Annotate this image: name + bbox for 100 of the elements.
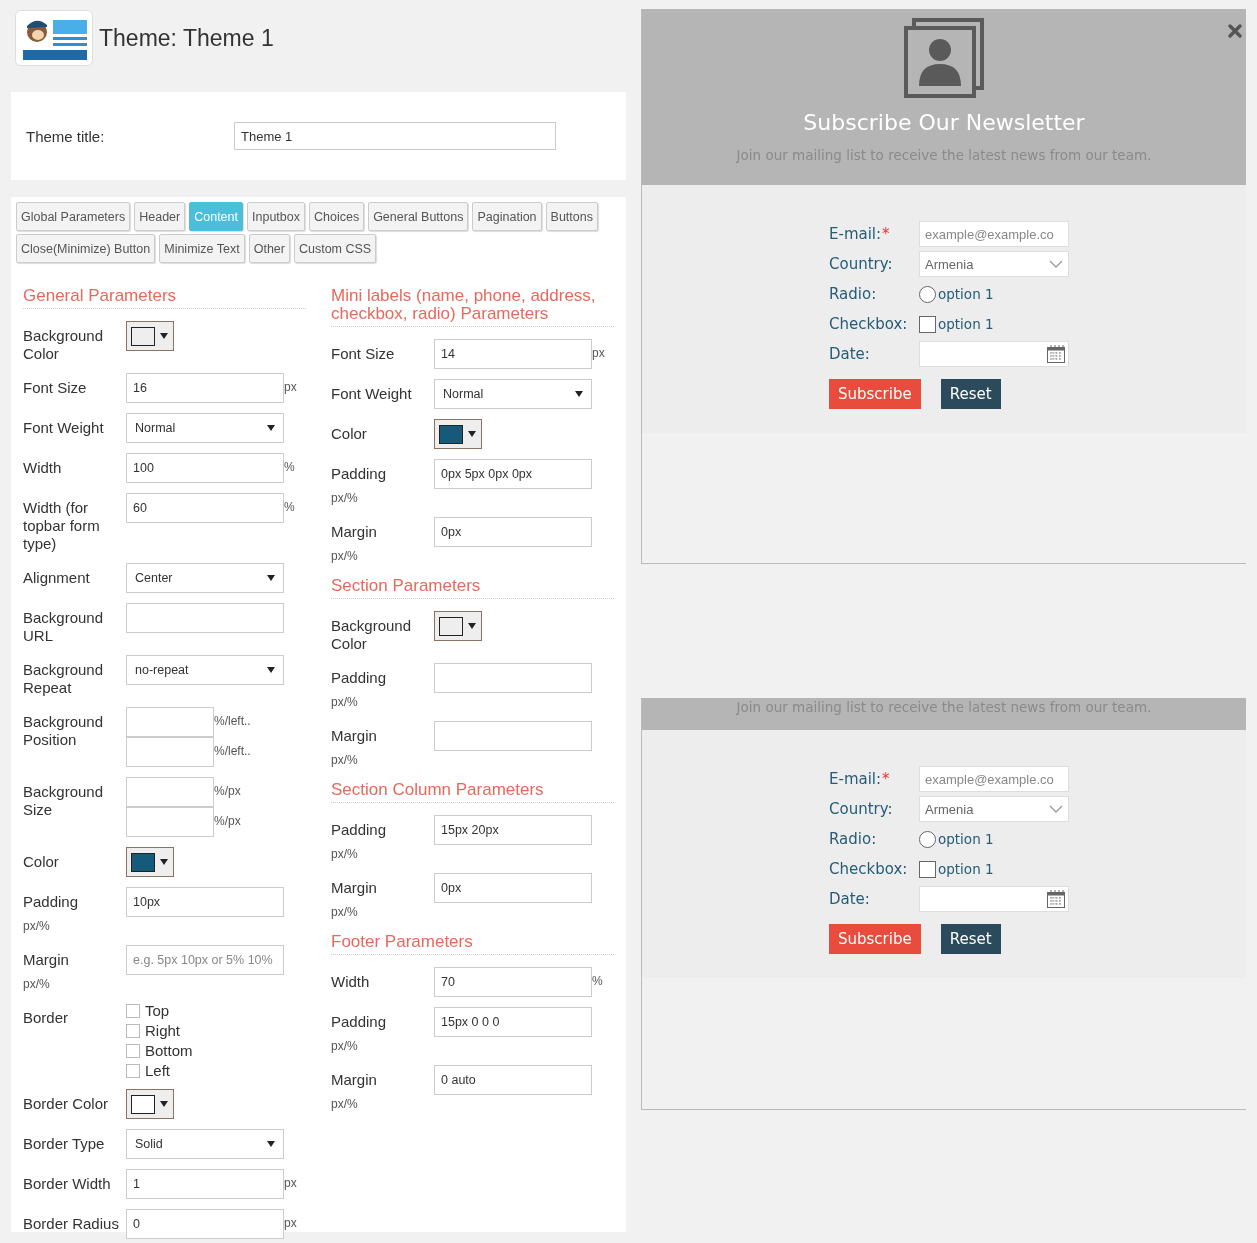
field-label: Background Position: [23, 713, 105, 749]
checkbox[interactable]: [126, 1064, 140, 1078]
unit-label: %/px: [214, 783, 241, 800]
unit-label: px: [284, 1175, 297, 1190]
dropdown[interactable]: Center: [126, 563, 284, 593]
unit-hint: px/%: [331, 548, 359, 565]
unit-label: px: [284, 379, 297, 394]
checkbox-label: Bottom: [145, 1043, 193, 1059]
tab[interactable]: Choices: [308, 202, 365, 231]
radio-button[interactable]: [919, 285, 936, 303]
option-label: option 1: [938, 316, 994, 332]
field-label: Background URL: [23, 609, 105, 645]
form-label: Country:: [829, 255, 893, 273]
text-field[interactable]: 100: [126, 453, 284, 483]
required-mark: *: [882, 770, 890, 788]
reset-button[interactable]: Reset: [940, 924, 1001, 954]
text-field[interactable]: 0 auto: [434, 1065, 592, 1095]
field-label: Theme title:: [26, 127, 106, 145]
text-field[interactable]: [434, 663, 592, 693]
theme-title-field[interactable]: Theme 1: [234, 122, 556, 150]
text-field[interactable]: 0px 5px 0px 0px: [434, 459, 592, 489]
text-field[interactable]: 1: [126, 1169, 284, 1199]
text-field[interactable]: 70: [434, 967, 592, 997]
color-picker[interactable]: [126, 1089, 174, 1119]
date-field[interactable]: [919, 341, 1069, 367]
date-field[interactable]: [919, 886, 1069, 912]
caret-icon: [267, 666, 275, 674]
required-mark: *: [882, 225, 890, 243]
tab[interactable]: Header: [134, 202, 186, 231]
radio-button[interactable]: [919, 830, 936, 848]
color-picker[interactable]: [126, 847, 174, 877]
country-dropdown[interactable]: Armenia: [919, 251, 1069, 277]
tab[interactable]: Close(Minimize) Button: [16, 234, 156, 263]
text-field[interactable]: 60: [126, 493, 284, 523]
text-field[interactable]: 15px 0 0 0: [434, 1007, 592, 1037]
tab[interactable]: Pagination: [472, 202, 542, 231]
checkbox[interactable]: [126, 1044, 140, 1058]
unit-label: %/px: [214, 813, 241, 830]
checkbox[interactable]: [919, 315, 936, 333]
logo-icon: [15, 10, 93, 66]
unit-label: %: [284, 459, 295, 474]
text-field[interactable]: [126, 737, 214, 767]
field-label: Font Size: [331, 345, 396, 363]
tab[interactable]: Inputbox: [247, 202, 305, 231]
text-field[interactable]: [126, 807, 214, 837]
text-field[interactable]: [126, 707, 214, 737]
field-label: Margin: [331, 879, 378, 897]
reset-button[interactable]: Reset: [940, 379, 1001, 409]
calendar-icon: [1046, 889, 1066, 909]
text-field[interactable]: e.g. 5px 10px or 5% 10%: [126, 945, 284, 975]
subscribe-button[interactable]: Subscribe: [829, 379, 921, 409]
dropdown[interactable]: no-repeat: [126, 655, 284, 685]
field-label: Padding: [331, 669, 388, 687]
field-label: Background Size: [23, 783, 105, 819]
field-label: Color: [23, 853, 60, 871]
calendar-icon: [1046, 344, 1066, 364]
color-picker[interactable]: [126, 321, 174, 351]
checkbox[interactable]: [919, 860, 936, 878]
field-label: Margin: [331, 727, 378, 745]
tab[interactable]: General Buttons: [368, 202, 469, 231]
chevron-down-icon: [1049, 805, 1063, 813]
tab[interactable]: Minimize Text: [159, 234, 245, 263]
dropdown[interactable]: Normal: [434, 379, 592, 409]
color-picker[interactable]: [434, 419, 482, 449]
unit-label: %/left..: [214, 713, 251, 730]
section-title: Footer Parameters: [331, 933, 614, 955]
form-label: E-mail:: [829, 225, 882, 243]
text-field[interactable]: 14: [434, 339, 592, 369]
tab[interactable]: Buttons: [545, 202, 598, 231]
subscribe-button[interactable]: Subscribe: [829, 924, 921, 954]
caret-icon: [468, 430, 476, 438]
checkbox[interactable]: [126, 1024, 140, 1038]
section-title: Section Parameters: [331, 577, 614, 599]
email-field[interactable]: example@example.co: [919, 766, 1069, 792]
close-icon[interactable]: [1227, 23, 1243, 39]
email-field[interactable]: example@example.co: [919, 221, 1069, 247]
field-label: Color: [331, 425, 368, 443]
form-label: Date:: [829, 345, 870, 363]
country-dropdown[interactable]: Armenia: [919, 796, 1069, 822]
field-label: Background Repeat: [23, 661, 105, 697]
caret-icon: [267, 424, 275, 432]
tab[interactable]: Custom CSS: [293, 234, 377, 263]
text-field[interactable]: [126, 777, 214, 807]
color-picker[interactable]: [434, 611, 482, 641]
checkbox-label: Top: [145, 1003, 170, 1019]
text-field[interactable]: 10px: [126, 887, 284, 917]
text-field[interactable]: 0px: [434, 873, 592, 903]
dropdown[interactable]: Solid: [126, 1129, 284, 1159]
field-label: Border Type: [23, 1135, 106, 1153]
text-field[interactable]: 16: [126, 373, 284, 403]
text-field[interactable]: 15px 20px: [434, 815, 592, 845]
tab[interactable]: Other: [248, 234, 290, 263]
text-field[interactable]: [126, 603, 284, 633]
checkbox[interactable]: [126, 1004, 140, 1018]
text-field[interactable]: [434, 721, 592, 751]
dropdown[interactable]: Normal: [126, 413, 284, 443]
text-field[interactable]: 0px: [434, 517, 592, 547]
form-label: Date:: [829, 890, 870, 908]
tab[interactable]: Global Parameters: [16, 202, 131, 231]
text-field[interactable]: 0: [126, 1209, 284, 1239]
